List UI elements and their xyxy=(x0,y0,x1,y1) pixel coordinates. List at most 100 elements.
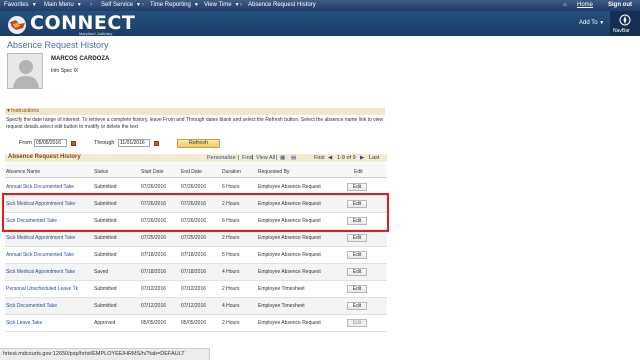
absence-name-link[interactable]: Annual Sick Documented Take xyxy=(6,252,74,258)
start-date-cell: 07/25/2016 xyxy=(141,235,167,241)
end-date-cell: 07/18/2016 xyxy=(181,269,207,275)
requested-by-cell: Employee Absence Request xyxy=(258,269,321,275)
duration-cell: 2 Hours xyxy=(222,235,240,241)
row-count: 1-9 of 9 xyxy=(337,155,356,161)
edit-button[interactable]: Edit xyxy=(347,302,367,310)
spreadsheet-icon[interactable]: ▤ xyxy=(291,155,296,161)
absence-name-link[interactable]: Sick Leave Take xyxy=(6,320,42,326)
status-cell: Submitted xyxy=(94,286,117,292)
branding-header: CONNECT Maryland Judiciary Add To ▼ NavB… xyxy=(0,11,640,36)
column-header-requested-by[interactable]: Requested By xyxy=(258,169,289,175)
duration-cell: 4 Hours xyxy=(222,269,240,275)
grid-separator: | xyxy=(276,155,278,161)
start-date-cell: 07/18/2016 xyxy=(141,269,167,275)
previous-arrow-icon[interactable]: ◀ xyxy=(328,155,332,161)
favorites-label: Favorites xyxy=(4,2,29,8)
through-date-input[interactable]: 11/01/2016 xyxy=(118,139,150,147)
chevron-down-icon: ▼ xyxy=(234,2,240,8)
view-all-link[interactable]: View All xyxy=(256,155,275,161)
sign-out-link[interactable]: Sign out xyxy=(608,2,632,8)
absence-name-link[interactable]: Sick Documented Take xyxy=(6,303,57,309)
highlight-box xyxy=(2,193,389,232)
instructions-title: Instructions xyxy=(11,108,40,114)
personalize-link[interactable]: Personalize xyxy=(207,155,236,161)
absence-name-link[interactable]: Sick Medical Appointment Take xyxy=(6,235,75,241)
main-menu[interactable]: Main Menu ▼ xyxy=(44,2,82,8)
navbar-button[interactable]: NavBar xyxy=(610,11,640,36)
page-title: Absence Request History xyxy=(7,40,109,50)
breadcrumb-view-time[interactable]: View Time ▼ xyxy=(204,2,240,8)
edit-button[interactable]: Edit xyxy=(347,285,367,293)
refresh-button[interactable]: Refresh xyxy=(177,139,220,148)
column-header-edit: Edit xyxy=(354,169,363,175)
breadcrumb-separator-icon: › xyxy=(196,2,198,8)
home-link[interactable]: Home xyxy=(577,2,593,8)
requested-by-cell: Employee Absence Request xyxy=(258,252,321,258)
last-label: Last xyxy=(369,155,380,161)
edit-button: Edit xyxy=(347,319,367,327)
requested-by-cell: Employee Absence Request xyxy=(258,320,321,326)
employee-photo-avatar xyxy=(7,53,43,89)
grid-title: Absence Request History xyxy=(8,154,81,160)
add-to-menu[interactable]: Add To ▼ xyxy=(579,20,604,26)
instructions-text: Specify the date range of interest. To r… xyxy=(6,117,384,130)
end-date-cell: 07/12/2016 xyxy=(181,303,207,309)
start-date-cell: 05/05/2016 xyxy=(141,320,167,326)
breadcrumb-separator-icon: › xyxy=(142,2,144,8)
end-date-cell: 07/26/2016 xyxy=(181,184,207,190)
add-to-label: Add To xyxy=(579,20,598,26)
calendar-icon[interactable] xyxy=(71,141,76,146)
start-date-cell: 07/12/2016 xyxy=(141,286,167,292)
from-date-input[interactable]: 05/05/2016 xyxy=(34,139,67,147)
requested-by-cell: Employee Absence Request xyxy=(258,184,321,190)
edit-button[interactable]: Edit xyxy=(347,234,367,242)
duration-cell: 6 Hours xyxy=(222,184,240,190)
absence-name-link[interactable]: Sick Medical Appointment Take xyxy=(6,269,75,275)
edit-button[interactable]: Edit xyxy=(347,183,367,191)
breadcrumb-label: Self Service xyxy=(101,2,134,8)
download-grid-icon[interactable]: ▦ xyxy=(280,155,285,161)
chevron-down-icon: ▼ xyxy=(599,20,605,26)
column-header-duration[interactable]: Duration xyxy=(222,169,241,175)
employee-job-title: Info Spec IX xyxy=(51,68,79,74)
from-label: From xyxy=(19,140,32,146)
edit-button[interactable]: Edit xyxy=(347,251,367,259)
absence-name-link[interactable]: Annual Sick Documented Take xyxy=(6,184,74,190)
home-icon[interactable]: ⌂ xyxy=(563,2,567,8)
column-header-start-date[interactable]: Start Date xyxy=(141,169,164,175)
absence-name-link[interactable]: Personal Unscheduled Leave Tk xyxy=(6,286,78,292)
column-header-status[interactable]: Status xyxy=(94,169,108,175)
employee-name: MARCOS CARDOZA xyxy=(51,56,110,62)
browser-status-bar: hrtest.mdcourts.gov:12650/psp/hrtst/EMPL… xyxy=(0,348,210,360)
requested-by-cell: Employee Timesheet xyxy=(258,286,305,292)
calendar-icon[interactable] xyxy=(154,141,159,146)
breadcrumb-time-reporting[interactable]: Time Reporting ▼ xyxy=(150,2,199,8)
end-date-cell: 07/12/2016 xyxy=(181,286,207,292)
chevron-down-icon: ▼ xyxy=(31,2,37,8)
breadcrumb-separator-icon: › xyxy=(90,2,92,8)
duration-cell: 4 Hours xyxy=(222,303,240,309)
duration-cell: 2 Hours xyxy=(222,286,240,292)
edit-button[interactable]: Edit xyxy=(347,268,367,276)
status-cell: Submitted xyxy=(94,235,117,241)
grid-separator: | xyxy=(252,155,254,161)
requested-by-cell: Employee Timesheet xyxy=(258,303,305,309)
chevron-down-icon: ▼ xyxy=(136,2,141,8)
grid-separator: | xyxy=(238,155,240,161)
status-cell: Approved xyxy=(94,320,116,326)
favorites-menu[interactable]: Favorites ▼ xyxy=(4,2,37,8)
start-date-cell: 07/26/2016 xyxy=(141,184,167,190)
start-date-cell: 07/12/2016 xyxy=(141,303,167,309)
instructions-header[interactable]: ▼ xyxy=(5,108,385,115)
breadcrumb-label: Time Reporting xyxy=(150,2,191,8)
compass-icon xyxy=(619,14,631,26)
next-arrow-icon[interactable]: ▶ xyxy=(360,155,364,161)
breadcrumb-current-page: Absence Request History xyxy=(248,2,316,8)
end-date-cell: 07/18/2016 xyxy=(181,252,207,258)
breadcrumb-self-service[interactable]: Self Service ▼ xyxy=(101,2,141,8)
column-header-end-date[interactable]: End Date xyxy=(181,169,202,175)
column-header-absence-name[interactable]: Absence Name xyxy=(6,169,40,175)
navbar-label: NavBar xyxy=(613,28,630,34)
duration-cell: 2 Hours xyxy=(222,320,240,326)
through-label: Through xyxy=(94,140,115,146)
